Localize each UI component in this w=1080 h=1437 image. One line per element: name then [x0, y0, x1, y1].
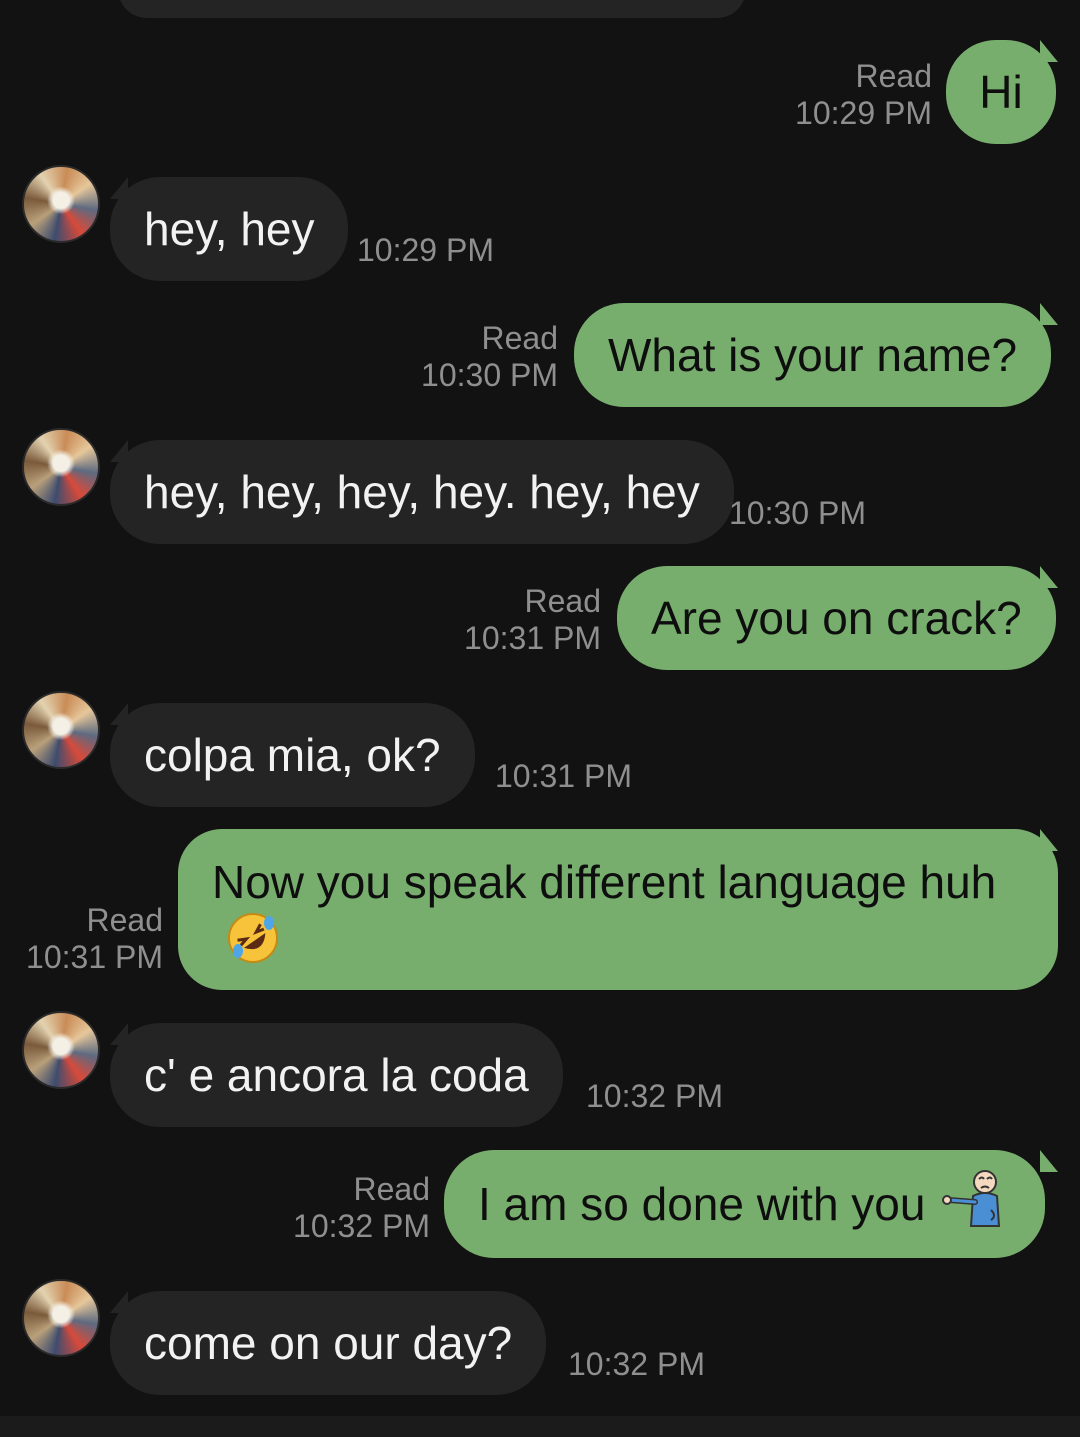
- message-time: 10:31 PM: [26, 939, 163, 975]
- bubble-tail: [1040, 303, 1058, 325]
- chat-screen: Read 10:29 PM Hi hey, hey 10:29 PM Read …: [0, 0, 1080, 1437]
- bubble-tail: [110, 177, 128, 199]
- incoming-message-bubble[interactable]: hey, hey, hey, hey. hey, hey: [110, 440, 734, 544]
- message-text: come on our day?: [144, 1317, 513, 1369]
- bubble-tail: [110, 1023, 128, 1045]
- message-time: 10:30 PM: [729, 495, 866, 531]
- message-text: Are you on crack?: [651, 592, 1022, 644]
- bubble-tail: [110, 440, 128, 462]
- contact-avatar[interactable]: [22, 165, 100, 243]
- message-text: Now you speak different language huh: [212, 856, 997, 908]
- message-time: 10:32 PM: [293, 1208, 430, 1244]
- composer-bar-edge: [0, 1416, 1080, 1437]
- contact-avatar[interactable]: [22, 1011, 100, 1089]
- incoming-message-bubble[interactable]: come on our day?: [110, 1291, 547, 1395]
- read-receipt: Read: [524, 583, 602, 619]
- message-time: 10:29 PM: [357, 232, 494, 268]
- message-text: colpa mia, ok?: [144, 729, 441, 781]
- message-time: 10:31 PM: [495, 758, 632, 794]
- incoming-message-bubble[interactable]: colpa mia, ok?: [110, 703, 475, 807]
- message-time: 10:30 PM: [421, 357, 558, 393]
- outgoing-message-bubble[interactable]: Now you speak different language huh: [178, 829, 1058, 990]
- bubble-tail: [1040, 40, 1058, 62]
- previous-message-bubble-fragment[interactable]: [118, 0, 746, 18]
- bubble-tail: [1040, 566, 1058, 588]
- bubble-tail: [1040, 1150, 1058, 1172]
- rolling-on-floor-laughing-emoji: [226, 911, 280, 978]
- outgoing-message-bubble[interactable]: Are you on crack?: [617, 566, 1056, 670]
- read-receipt: Read: [855, 58, 933, 94]
- message-time: 10:31 PM: [464, 620, 601, 656]
- message-time: 10:29 PM: [795, 95, 932, 131]
- message-text: Hi: [979, 66, 1023, 118]
- contact-avatar[interactable]: [22, 428, 100, 506]
- read-receipt: Read: [481, 320, 559, 356]
- message-text: hey, hey: [144, 203, 315, 255]
- incoming-message-bubble[interactable]: c' e ancora la coda: [110, 1023, 563, 1127]
- message-text: What is your name?: [608, 329, 1018, 381]
- bubble-tail: [110, 1291, 128, 1313]
- message-status: Read 10:29 PM: [795, 58, 932, 132]
- contact-avatar[interactable]: [22, 1279, 100, 1357]
- message-text: c' e ancora la coda: [144, 1049, 529, 1101]
- person-pointing-emoji: [939, 1166, 1011, 1243]
- read-receipt: Read: [86, 902, 164, 938]
- outgoing-message-bubble[interactable]: What is your name?: [574, 303, 1052, 407]
- message-status: Read 10:31 PM: [464, 583, 601, 657]
- bubble-tail: [1040, 829, 1058, 851]
- bubble-tail: [110, 703, 128, 725]
- message-status: Read 10:30 PM: [421, 320, 558, 394]
- message-status: Read 10:32 PM: [293, 1171, 430, 1245]
- incoming-message-bubble[interactable]: hey, hey: [110, 177, 349, 281]
- outgoing-message-bubble[interactable]: I am so done with you: [444, 1150, 1046, 1258]
- message-text: I am so done with you: [478, 1178, 926, 1230]
- message-time: 10:32 PM: [586, 1078, 723, 1114]
- message-time: 10:32 PM: [568, 1346, 705, 1382]
- contact-avatar[interactable]: [22, 691, 100, 769]
- read-receipt: Read: [353, 1171, 431, 1207]
- message-text: hey, hey, hey, hey. hey, hey: [144, 466, 700, 518]
- message-status: Read 10:31 PM: [26, 902, 163, 976]
